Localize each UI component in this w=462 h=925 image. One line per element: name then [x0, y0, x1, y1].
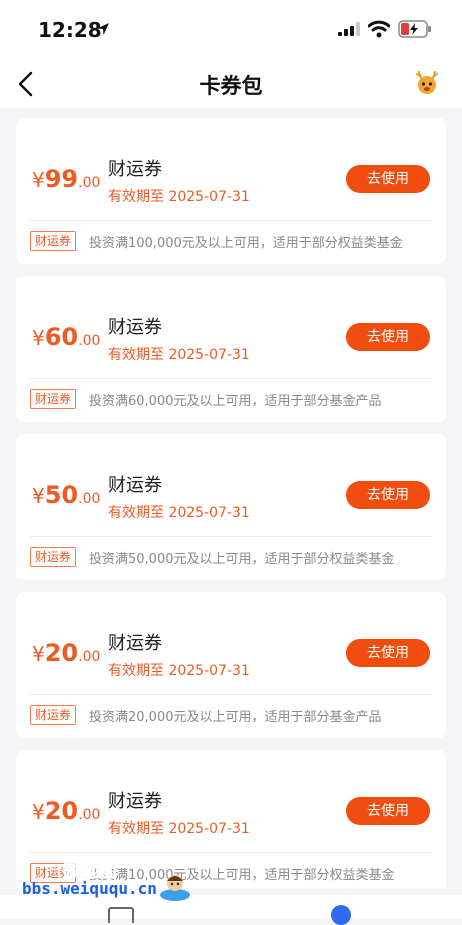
cellular-signal-icon [338, 22, 360, 36]
coupon-validity: 有效期至 2025-07-31 [108, 663, 250, 679]
coupon-amount: ¥50.00 [32, 481, 101, 509]
coupon-card: ¥60.00 财运券 有效期至 2025-07-31 去使用 财运券 投资满60… [16, 276, 446, 422]
divider [30, 852, 432, 853]
wifi-icon [368, 20, 390, 38]
status-bar: 12:28 [0, 0, 462, 60]
coupon-amount: ¥20.00 [32, 797, 101, 825]
coupon-tag: 财运券 [30, 547, 77, 567]
coupon-name: 财运券 [108, 159, 162, 180]
coupon-tag: 财运券 [30, 231, 77, 251]
amount-value: 20 [44, 797, 79, 825]
page-title: 卡券包 [199, 74, 263, 98]
coupon-tag: 财运券 [30, 705, 77, 725]
coupon-description: 投资满20,000元及以上可用，适用于部分基金产品 [89, 710, 382, 725]
divider [30, 694, 432, 695]
coupon-name: 财运券 [108, 633, 162, 654]
coupon-description: 投资满50,000元及以上可用，适用于部分权益类基金 [89, 552, 395, 567]
coupon-description: 投资满60,000元及以上可用，适用于部分基金产品 [89, 394, 382, 409]
coupon-card: ¥20.00 财运券 有效期至 2025-07-31 去使用 财运券 投资满20… [16, 592, 446, 738]
watermark-mascot-icon [160, 875, 190, 901]
amount-value: 50 [44, 481, 79, 509]
use-coupon-button[interactable]: 去使用 [346, 481, 430, 509]
divider [30, 220, 432, 221]
coupon-card: ¥99.00 财运券 有效期至 2025-07-31 去使用 财运券 投资满10… [16, 118, 446, 264]
coupon-card: ¥50.00 财运券 有效期至 2025-07-31 去使用 财运券 投资满50… [16, 434, 446, 580]
coupon-name: 财运券 [108, 791, 162, 812]
deer-mascot-icon[interactable] [412, 68, 442, 98]
watermark-url: bbs.weiququ.cn [22, 879, 157, 898]
coupon-amount: ¥99.00 [32, 165, 101, 193]
use-coupon-button[interactable]: 去使用 [346, 639, 430, 667]
use-coupon-button[interactable]: 去使用 [346, 165, 430, 193]
profile-tab-icon[interactable] [331, 905, 351, 925]
amount-value: 99 [44, 165, 79, 193]
coupon-amount: ¥60.00 [32, 323, 101, 351]
coupon-amount: ¥20.00 [32, 639, 101, 667]
coupon-validity: 有效期至 2025-07-31 [108, 505, 250, 521]
battery-icon [398, 20, 431, 38]
watermark: 微趣趣 bbs.weiququ.cn [22, 855, 202, 905]
coupon-validity: 有效期至 2025-07-31 [108, 821, 250, 837]
coupon-name: 财运券 [108, 475, 162, 496]
use-coupon-button[interactable]: 去使用 [346, 797, 430, 825]
coupon-validity: 有效期至 2025-07-31 [108, 347, 250, 363]
coupon-tag: 财运券 [30, 389, 77, 409]
coupon-tab-icon[interactable] [108, 907, 134, 923]
status-time: 12:28 [38, 18, 102, 42]
coupon-description: 投资满100,000元及以上可用，适用于部分权益类基金 [89, 236, 403, 251]
divider [30, 378, 432, 379]
coupon-validity: 有效期至 2025-07-31 [108, 189, 250, 205]
navigation-bar: 卡券包 [0, 60, 462, 108]
coupon-list: ¥99.00 财运券 有效期至 2025-07-31 去使用 财运券 投资满10… [0, 108, 462, 888]
coupon-name: 财运券 [108, 317, 162, 338]
location-arrow-icon [97, 23, 109, 35]
divider [30, 536, 432, 537]
amount-value: 60 [44, 323, 79, 351]
amount-value: 20 [44, 639, 79, 667]
use-coupon-button[interactable]: 去使用 [346, 323, 430, 351]
